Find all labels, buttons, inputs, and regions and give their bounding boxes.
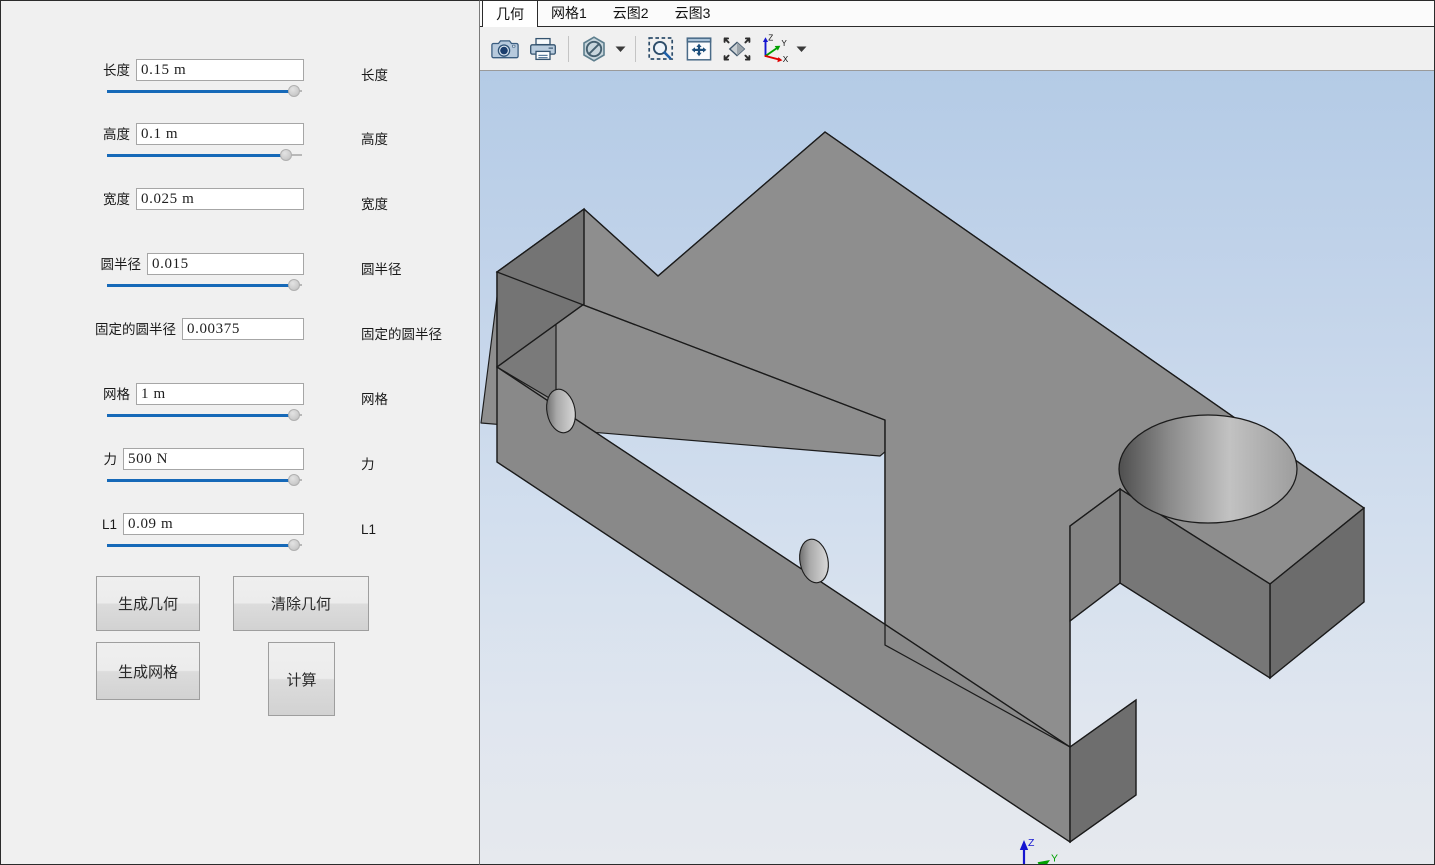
parameter-input[interactable]: 1 m xyxy=(136,383,304,405)
action-button[interactable]: 清除几何 xyxy=(233,576,369,631)
parameter-name-label: L1 xyxy=(361,522,377,537)
axis-triad-indicator: Z Y X xyxy=(1019,837,1058,865)
parameter-input[interactable]: 0.1 m xyxy=(136,123,304,145)
tab-2[interactable]: 网格1 xyxy=(538,0,600,26)
axis-orientation-dropdown-caret[interactable] xyxy=(794,32,808,66)
action-button[interactable]: 生成网格 xyxy=(96,642,200,700)
parameter-slider[interactable] xyxy=(107,408,302,422)
slider-handle[interactable] xyxy=(288,539,301,551)
parameter-name-label: 力 xyxy=(361,457,375,472)
axis-orientation-icon[interactable]: Z Y X xyxy=(758,32,792,66)
slider-handle[interactable] xyxy=(288,474,301,486)
svg-text:Z: Z xyxy=(768,34,773,43)
parameter-name-label: 高度 xyxy=(361,132,388,147)
zoom-box-icon[interactable] xyxy=(644,32,678,66)
parameter-slider[interactable] xyxy=(107,148,302,162)
parameter-input[interactable]: 0.15 m xyxy=(136,59,304,81)
toolbar-separator-2 xyxy=(635,35,636,62)
action-button[interactable]: 计算 xyxy=(268,642,335,716)
parameter-label: L1 xyxy=(101,517,117,532)
viewer-pane: 几何 网格1 云图2 云图3 Z Y X Z Y xyxy=(480,0,1435,865)
parameter-input[interactable]: 0.00375 xyxy=(182,318,304,340)
triad-z-label: Z xyxy=(1028,837,1035,849)
tab-1[interactable]: 几何 xyxy=(482,0,538,27)
slider-handle[interactable] xyxy=(288,279,301,291)
slider-fill xyxy=(107,154,287,157)
fit-view-icon[interactable] xyxy=(720,32,754,66)
slider-fill xyxy=(107,414,295,417)
parameter-label: 固定的圆半径 xyxy=(95,322,176,337)
parameter-input[interactable]: 0.025 m xyxy=(136,188,304,210)
3d-viewport[interactable]: Z Y X xyxy=(480,71,1434,864)
parameter-input[interactable]: 0.09 m xyxy=(123,513,304,535)
tab-4[interactable]: 云图3 xyxy=(662,0,724,26)
slider-handle[interactable] xyxy=(288,85,301,97)
parameter-name-label: 网格 xyxy=(361,392,388,407)
parameter-label: 高度 xyxy=(103,127,130,142)
svg-text:X: X xyxy=(783,55,789,64)
geometry-model xyxy=(480,131,1366,844)
action-button[interactable]: 生成几何 xyxy=(96,576,200,631)
triad-y-label: Y xyxy=(1051,853,1058,865)
large-hole xyxy=(1118,414,1298,524)
parameter-name-label: 圆半径 xyxy=(361,262,402,277)
parameter-slider[interactable] xyxy=(107,278,302,292)
application-window: 长度 0.15 m 长度高度 0.1 m 高度宽度 0.025 m 宽度圆半径 0.015 圆半… xyxy=(0,0,1435,865)
parameter-input[interactable]: 0.015 xyxy=(147,253,304,275)
parameter-label: 力 xyxy=(103,452,118,467)
parameter-name-label: 固定的圆半径 xyxy=(361,327,442,342)
tab-bar: 几何 网格1 云图2 云图3 xyxy=(480,0,1434,27)
slider-fill xyxy=(107,90,295,93)
parameter-slider[interactable] xyxy=(107,84,302,98)
toolbar-separator-1 xyxy=(568,35,569,62)
print-icon[interactable] xyxy=(526,32,560,66)
parameter-label: 网格 xyxy=(103,387,130,402)
svg-text:Y: Y xyxy=(781,39,787,48)
slider-fill xyxy=(107,284,295,287)
parameter-name-label: 宽度 xyxy=(361,197,388,212)
slider-fill xyxy=(107,479,295,482)
parameter-slider[interactable] xyxy=(107,473,302,487)
viewer-toolbar: Z Y X xyxy=(480,27,1434,71)
pan-icon[interactable] xyxy=(682,32,716,66)
parameter-label: 长度 xyxy=(103,63,130,78)
parameter-slider[interactable] xyxy=(107,538,302,552)
screenshot-camera-icon[interactable] xyxy=(488,32,522,66)
parameter-label: 圆半径 xyxy=(100,257,142,272)
tab-3[interactable]: 云图2 xyxy=(600,0,662,26)
slider-fill xyxy=(107,544,295,547)
slider-handle[interactable] xyxy=(280,149,293,161)
parameter-input[interactable]: 500 N xyxy=(123,448,304,470)
parameter-label: 宽度 xyxy=(103,192,130,207)
parameter-sidebar: 长度 0.15 m 长度高度 0.1 m 高度宽度 0.025 m 宽度圆半径 0.015 圆半… xyxy=(0,0,480,865)
no-render-hexagon-icon[interactable] xyxy=(577,32,611,66)
render-style-dropdown-caret[interactable] xyxy=(613,32,627,66)
slider-handle[interactable] xyxy=(288,409,301,421)
parameter-name-label: 长度 xyxy=(361,68,388,83)
